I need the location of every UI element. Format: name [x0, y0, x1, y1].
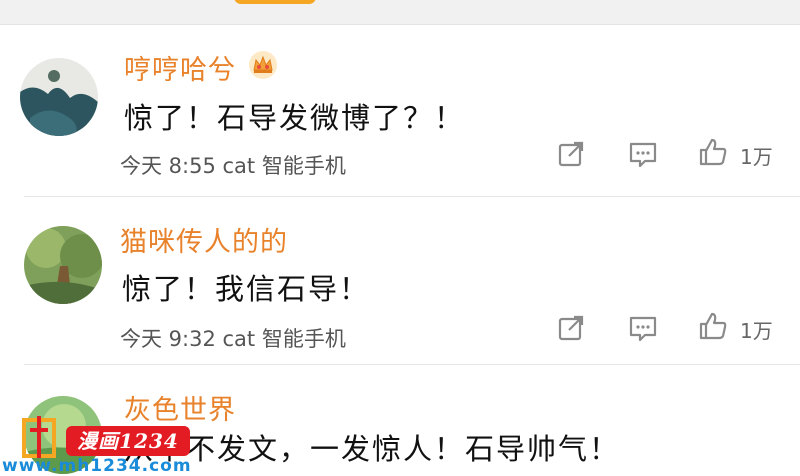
watermark-url: www.mh1234.com — [2, 456, 192, 476]
share-icon[interactable] — [556, 313, 586, 343]
username[interactable]: 哼哼哈兮 — [124, 48, 236, 87]
comment-meta: 今天 9:32 cat 智能手机 — [120, 327, 346, 351]
comment-text: 惊了！我信石导！ — [122, 272, 371, 306]
watermark-badge: 漫画1234 — [66, 426, 190, 456]
thumbs-up-icon[interactable] — [698, 137, 728, 167]
avatar[interactable] — [20, 58, 98, 136]
comment-icon[interactable] — [628, 139, 658, 169]
comment-icon[interactable] — [628, 313, 658, 343]
comment-meta: 今天 8:55 cat 智能手机 — [120, 154, 346, 178]
like-count: 1万 — [740, 319, 773, 343]
like-count: 1万 — [740, 145, 773, 169]
avatar[interactable] — [24, 226, 102, 304]
divider — [24, 364, 800, 365]
thumbs-up-icon[interactable] — [698, 311, 728, 341]
divider — [24, 196, 800, 197]
top-tab-indicator — [234, 0, 316, 4]
watermark-logo-icon — [14, 412, 64, 462]
vip-crown-icon — [248, 50, 278, 80]
username[interactable]: 猫咪传人的的 — [120, 220, 288, 259]
comment-text: 惊了！石导发微博了？！ — [124, 101, 466, 135]
site-watermark: 漫画1234 www.mh1234.com — [0, 412, 210, 476]
share-icon[interactable] — [556, 139, 586, 169]
top-bar — [0, 0, 800, 25]
